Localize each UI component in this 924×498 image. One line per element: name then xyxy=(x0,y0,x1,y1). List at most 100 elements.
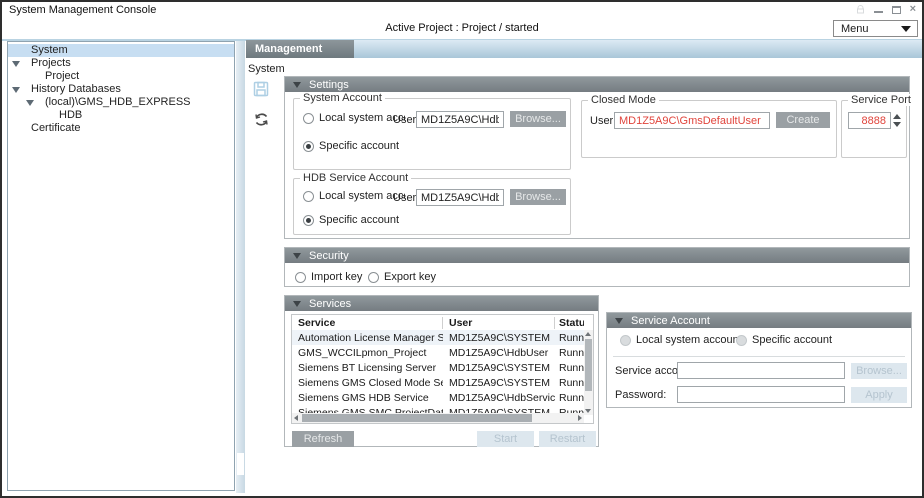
radio-label: Import key xyxy=(311,271,362,283)
tree-item-certificate[interactable]: Certificate xyxy=(8,122,234,135)
chevron-down-icon xyxy=(901,26,911,32)
collapse-triangle-icon[interactable] xyxy=(293,301,301,307)
service-account-input[interactable] xyxy=(677,362,845,379)
collapse-triangle-icon[interactable] xyxy=(26,100,34,106)
tree-item-gms-hdb-express[interactable]: (local)\GMS_HDB_EXPRESS xyxy=(8,96,234,109)
tree-item-label: Certificate xyxy=(31,122,81,135)
column-header-status[interactable]: Status xyxy=(555,317,584,329)
system-account-specific-radio[interactable]: Specific account xyxy=(303,140,399,152)
radio-icon[interactable] xyxy=(303,215,314,226)
divider xyxy=(613,356,905,357)
tree-item-label: History Databases xyxy=(31,83,121,96)
sa-browse-button[interactable]: Browse... xyxy=(851,363,907,379)
cell-service: GMS_WCCILpmon_Project xyxy=(292,347,443,359)
collapse-triangle-icon[interactable] xyxy=(12,61,20,67)
restart-button[interactable]: Restart xyxy=(539,431,596,447)
sa-local-radio[interactable]: Local system account xyxy=(620,334,742,346)
spin-up-icon[interactable] xyxy=(893,114,901,119)
system-account-user-input[interactable] xyxy=(416,111,504,128)
radio-icon[interactable] xyxy=(303,113,314,124)
radio-icon[interactable] xyxy=(736,335,747,346)
splitter-grip[interactable] xyxy=(237,453,244,475)
start-button[interactable]: Start xyxy=(477,431,534,447)
scrollbar-thumb[interactable] xyxy=(302,414,532,422)
page-title: System xyxy=(248,63,285,75)
table-row[interactable]: GMS_WCCILpmon_Project MD1Z5A9C\HdbUser R… xyxy=(292,345,584,360)
password-input[interactable] xyxy=(677,386,845,403)
apply-button[interactable]: Apply xyxy=(851,387,907,403)
vertical-scrollbar[interactable] xyxy=(584,330,593,415)
create-button[interactable]: Create xyxy=(776,112,830,128)
radio-icon[interactable] xyxy=(620,335,631,346)
system-account-local-radio[interactable]: Local system account xyxy=(303,112,405,124)
settings-header-label: Settings xyxy=(309,79,349,91)
maximize-button[interactable] xyxy=(892,6,901,14)
tree-item-project[interactable]: Project xyxy=(8,70,234,83)
service-port-spinner[interactable]: 8888 xyxy=(848,112,901,129)
collapse-triangle-icon[interactable] xyxy=(293,82,301,88)
sa-specific-radio[interactable]: Specific account xyxy=(736,334,832,346)
tree-item-projects[interactable]: Projects xyxy=(8,57,234,70)
cell-user: MD1Z5A9C\SYSTEM xyxy=(443,332,555,344)
tree-item-label: System xyxy=(31,44,68,57)
service-port-value[interactable]: 8888 xyxy=(848,112,891,129)
radio-label: Specific account xyxy=(319,140,399,152)
tab-strip: Management xyxy=(246,40,922,58)
horizontal-scrollbar[interactable] xyxy=(292,413,584,423)
import-key-radio[interactable]: Import key xyxy=(295,271,362,283)
tree-item-system[interactable]: System xyxy=(8,44,234,57)
system-account-browse-button[interactable]: Browse... xyxy=(510,111,566,127)
settings-panel: Settings System Account Local system acc… xyxy=(284,76,910,239)
tab-management[interactable]: Management xyxy=(246,40,354,58)
hdb-account-specific-radio[interactable]: Specific account xyxy=(303,214,399,226)
hdb-account-browse-button[interactable]: Browse... xyxy=(510,189,566,205)
security-header[interactable]: Security xyxy=(285,248,909,263)
hdb-account-user-input[interactable] xyxy=(416,189,504,206)
save-icon[interactable] xyxy=(253,81,269,97)
menu-dropdown[interactable]: Menu xyxy=(833,20,918,37)
refresh-button[interactable]: Refresh xyxy=(292,431,354,447)
scroll-down-icon[interactable] xyxy=(585,409,591,413)
radio-label: Local system account xyxy=(636,334,742,346)
cell-service: Automation License Manager Service xyxy=(292,332,443,344)
scrollbar-thumb[interactable] xyxy=(585,339,592,391)
hdb-account-local-radio[interactable]: Local system account xyxy=(303,190,405,202)
radio-icon[interactable] xyxy=(368,272,379,283)
closed-mode-title: Closed Mode xyxy=(588,94,659,106)
table-row[interactable]: Automation License Manager Service MD1Z5… xyxy=(292,330,584,345)
hdb-account-title: HDB Service Account xyxy=(300,172,411,184)
refresh-icon[interactable] xyxy=(253,111,270,128)
services-header[interactable]: Services xyxy=(285,296,598,311)
scroll-right-icon[interactable] xyxy=(578,415,582,421)
user-label: User: xyxy=(590,115,616,127)
minimize-button[interactable] xyxy=(874,5,883,14)
cell-status: Running xyxy=(555,347,584,359)
tree-item-history-databases[interactable]: History Databases xyxy=(8,83,234,96)
collapse-triangle-icon[interactable] xyxy=(12,87,20,93)
scroll-left-icon[interactable] xyxy=(294,415,298,421)
radio-icon[interactable] xyxy=(295,272,306,283)
radio-label: Export key xyxy=(384,271,436,283)
spin-down-icon[interactable] xyxy=(893,122,901,127)
settings-header[interactable]: Settings xyxy=(285,77,909,92)
column-header-user[interactable]: User xyxy=(443,317,555,329)
table-row[interactable]: Siemens GMS Closed Mode Service MD1Z5A9C… xyxy=(292,375,584,390)
table-row[interactable]: Siemens GMS HDB Service MD1Z5A9C\HdbServ… xyxy=(292,390,584,405)
cell-service: Siemens GMS HDB Service xyxy=(292,392,443,404)
collapse-triangle-icon[interactable] xyxy=(293,253,301,259)
closed-mode-user-input[interactable] xyxy=(614,112,770,129)
table-row[interactable]: Siemens BT Licensing Server MD1Z5A9C\SYS… xyxy=(292,360,584,375)
column-header-service[interactable]: Service xyxy=(292,317,443,329)
radio-icon[interactable] xyxy=(303,191,314,202)
export-key-radio[interactable]: Export key xyxy=(368,271,436,283)
service-account-header[interactable]: Service Account xyxy=(607,313,911,328)
scroll-up-icon[interactable] xyxy=(585,332,591,336)
cell-user: MD1Z5A9C\SYSTEM xyxy=(443,362,555,374)
panel-splitter[interactable] xyxy=(236,41,245,493)
close-button[interactable]: × xyxy=(910,5,916,14)
radio-icon[interactable] xyxy=(303,141,314,152)
spinner-arrows[interactable] xyxy=(893,112,901,129)
services-table: Service User Status Automation License M… xyxy=(291,314,594,424)
tree-item-hdb[interactable]: HDB xyxy=(8,109,234,122)
collapse-triangle-icon[interactable] xyxy=(615,318,623,324)
